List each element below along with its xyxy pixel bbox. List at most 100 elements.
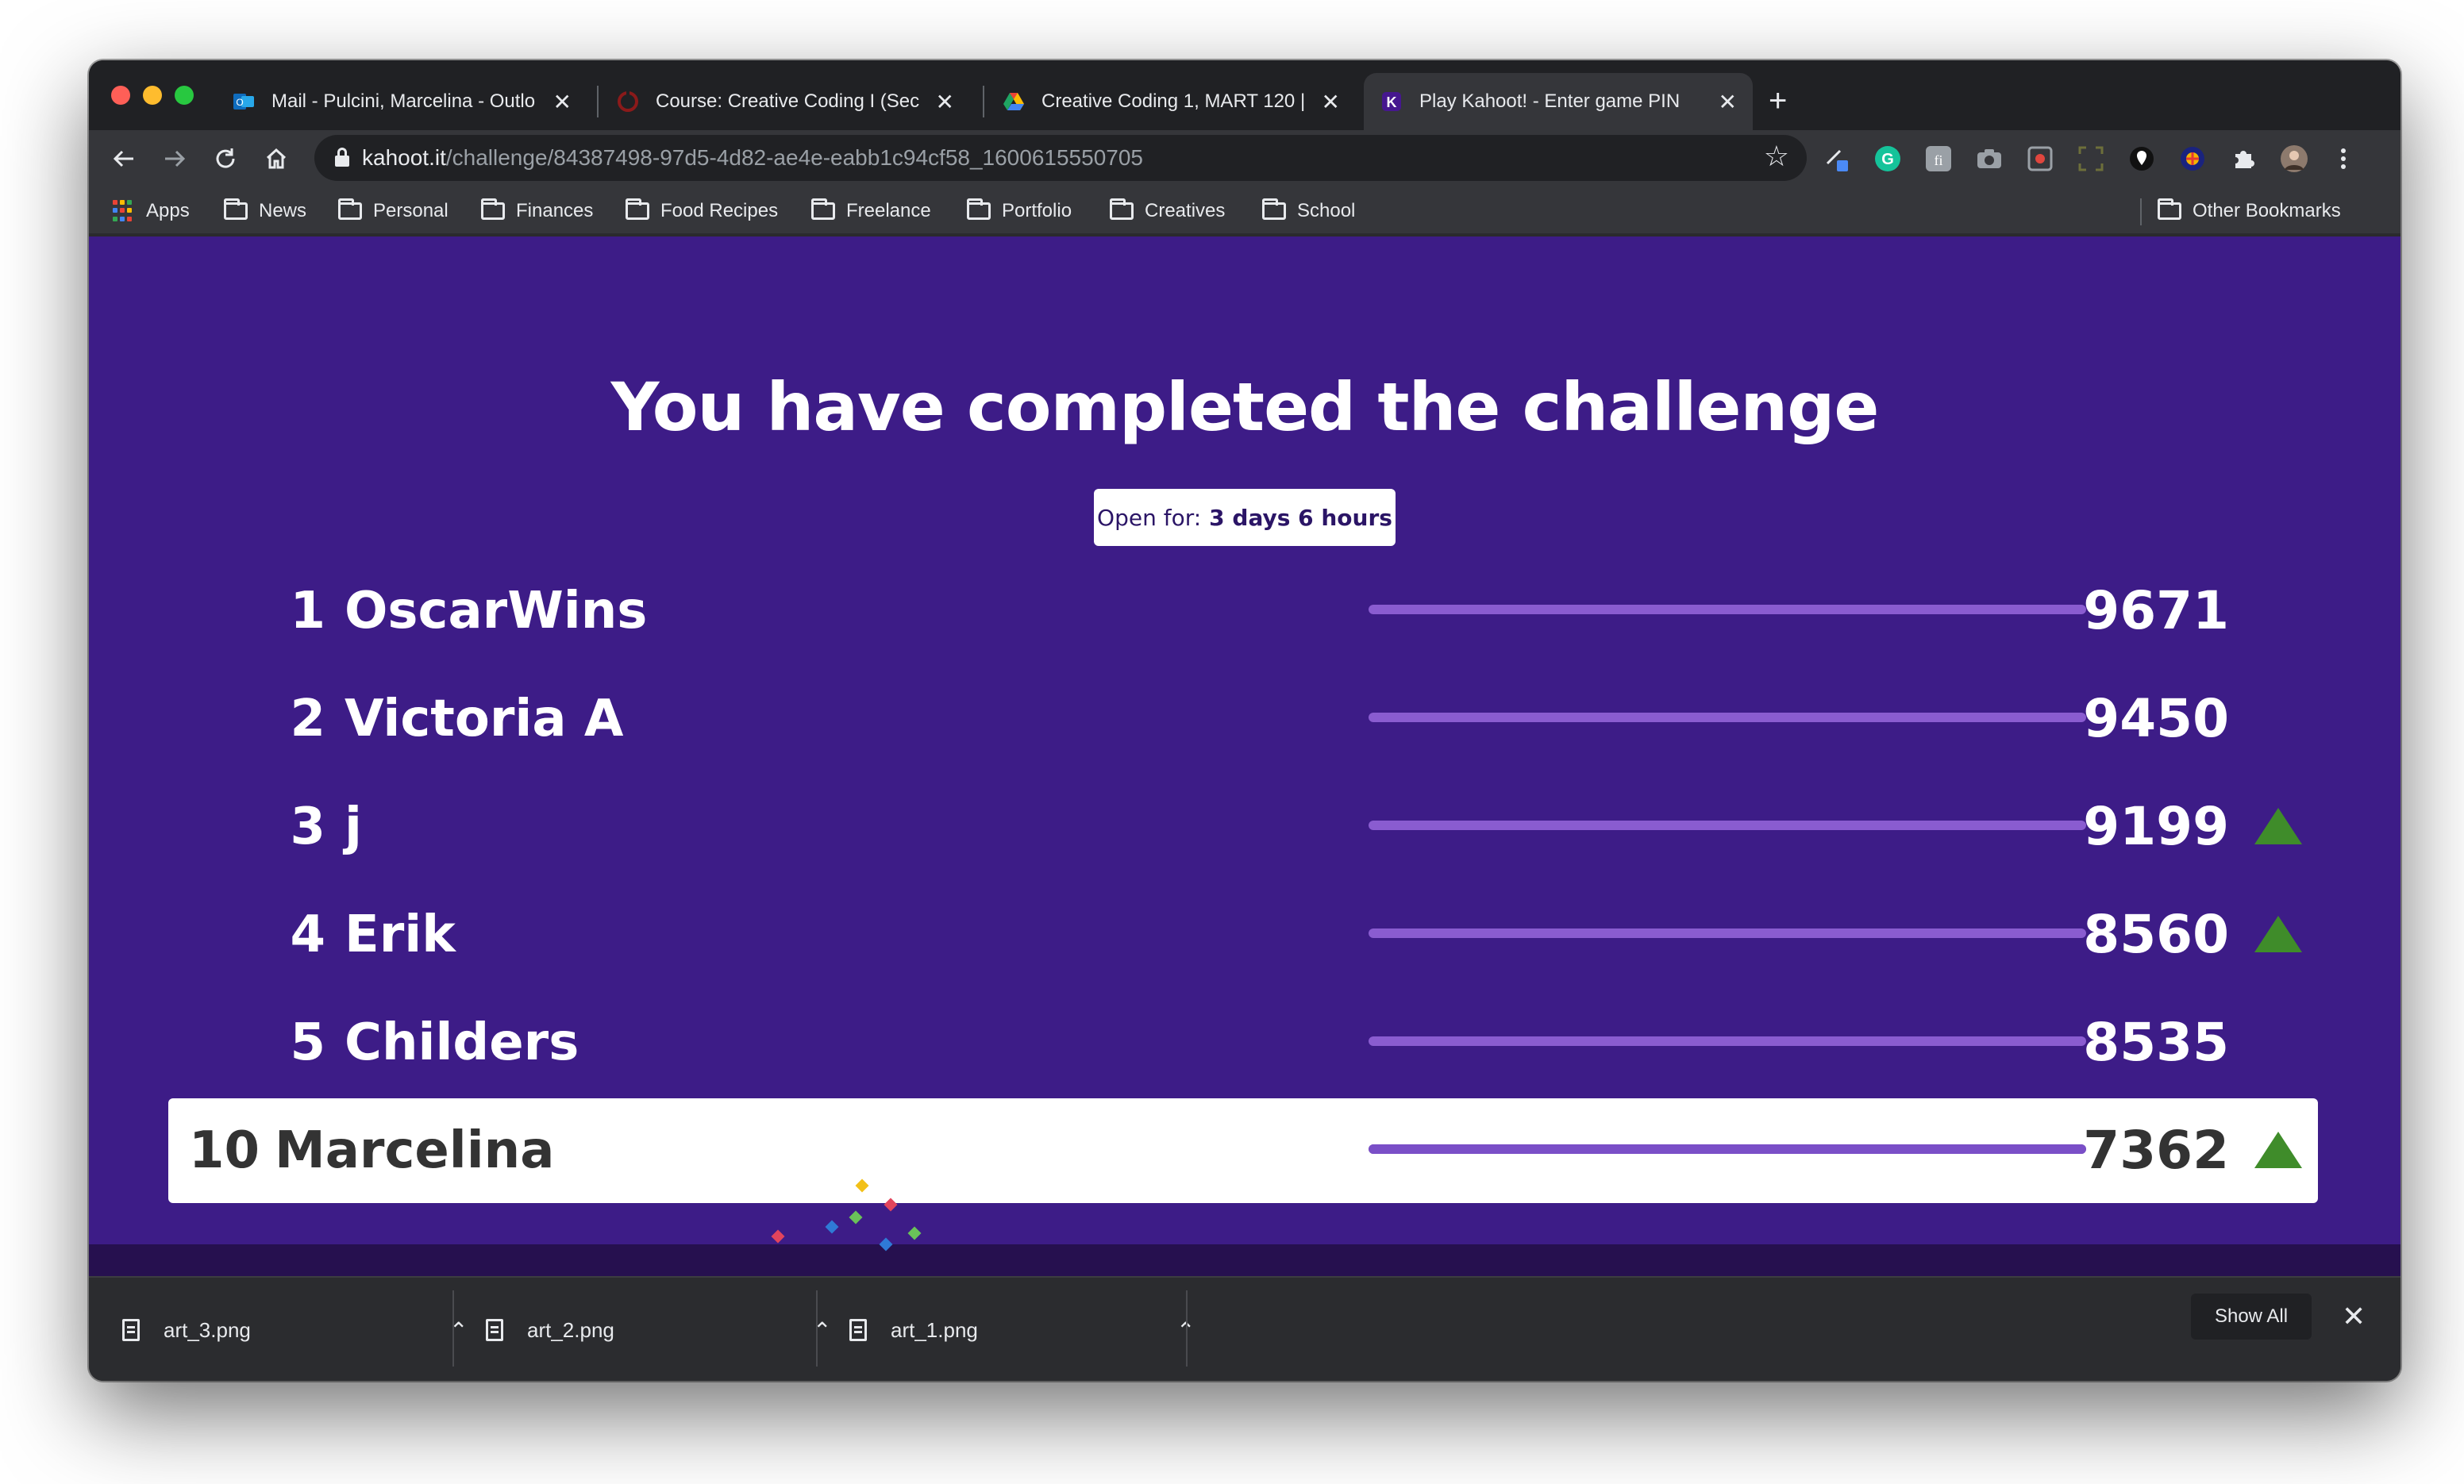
bookmark-food-recipes[interactable]: Food Recipes (626, 197, 778, 225)
score-bar-fill (1369, 928, 2086, 938)
player-name: OscarWins (345, 582, 648, 640)
location-pin-icon[interactable] (2127, 144, 2156, 173)
download-filename: art_1.png (891, 1317, 978, 1342)
trend-up-icon (2254, 1132, 2302, 1168)
bookmark-news[interactable]: News (224, 197, 306, 225)
kahoot-icon: K (1380, 90, 1403, 113)
page-title: You have completed the challenge (610, 368, 1880, 446)
page-content: You have completed the challenge Open fo… (89, 236, 2400, 1276)
font-extension-icon[interactable]: fi (1924, 144, 1953, 173)
address-bar[interactable]: kahoot.it/challenge/84387498-97d5-4d82-a… (314, 135, 1807, 181)
tab-kahoot[interactable]: K Play Kahoot! - Enter game PIN ✕ (1364, 73, 1753, 130)
close-tab-icon[interactable]: ✕ (936, 89, 954, 115)
rank-number: 1 (290, 582, 325, 640)
capture-area-icon[interactable] (2077, 144, 2105, 173)
close-tab-icon[interactable]: ✕ (1719, 89, 1737, 115)
lock-icon (335, 148, 349, 168)
my-score-row: 10 Marcelina 7362 (168, 1098, 2318, 1203)
bookmark-star-icon[interactable]: ☆ (1764, 140, 1789, 173)
bookmark-freelance[interactable]: Freelance (811, 197, 931, 225)
download-item[interactable]: art_2.png ⌃ (468, 1290, 865, 1370)
footer-strip (89, 1244, 2400, 1276)
file-icon (122, 1319, 140, 1341)
pen-extension-icon[interactable] (1823, 144, 1851, 173)
bookmark-label: School (1297, 200, 1356, 221)
folder-icon (338, 198, 362, 220)
bookmark-separator (2140, 198, 2142, 225)
bookmark-label: Other Bookmarks (2193, 200, 2341, 221)
confetti-piece (825, 1220, 839, 1234)
home-button[interactable] (254, 136, 298, 181)
tab-outlook[interactable]: O Mail - Pulcini, Marcelina - Outlo ✕ (216, 73, 587, 130)
screen-record-icon[interactable] (2026, 144, 2054, 173)
svg-text:O: O (236, 97, 243, 108)
confetti-piece (907, 1226, 922, 1240)
score-bar (1369, 1144, 2086, 1154)
tab-drive[interactable]: Creative Coding 1, MART 120 | ✕ (986, 73, 1356, 130)
extensions-puzzle-icon[interactable] (2229, 144, 2258, 173)
back-button[interactable] (102, 136, 146, 181)
bookmark-school[interactable]: School (1262, 197, 1355, 225)
url-host: kahoot.it (362, 145, 446, 170)
zoom-window-button[interactable] (175, 86, 194, 105)
score-bar (1369, 605, 2086, 614)
open-for-label: Open for: (1097, 504, 1202, 531)
folder-icon (481, 198, 505, 220)
more-menu-icon[interactable] (2329, 144, 2358, 173)
camera-extension-icon[interactable] (1975, 144, 2004, 173)
color-wheel-icon[interactable] (2178, 144, 2207, 173)
folder-icon (1262, 198, 1286, 220)
bookmark-other[interactable]: Other Bookmarks (2158, 197, 2341, 225)
score-bar-fill (1369, 1036, 2086, 1046)
outlook-icon: O (232, 90, 256, 113)
rank-number: 5 (290, 1013, 325, 1072)
close-downloads-icon[interactable]: ✕ (2342, 1294, 2366, 1340)
bookmark-creatives[interactable]: Creatives (1110, 197, 1225, 225)
profile-avatar[interactable] (2280, 144, 2308, 173)
minimize-window-button[interactable] (143, 86, 162, 105)
forward-button[interactable] (152, 136, 197, 181)
new-tab-button[interactable]: + (1769, 81, 1787, 121)
download-item[interactable]: art_1.png ⌃ (832, 1290, 1229, 1370)
download-separator (816, 1290, 818, 1367)
download-separator (452, 1290, 454, 1367)
player-score: 9450 (2083, 688, 2229, 749)
reload-button[interactable] (203, 136, 248, 181)
player-score: 8560 (2083, 904, 2229, 965)
trend-up-icon (2254, 916, 2302, 952)
score-bar-fill (1369, 821, 2086, 830)
player-name: Childers (345, 1013, 579, 1072)
tab-separator (983, 86, 984, 117)
folder-icon (1110, 198, 1134, 220)
bookmark-label: Apps (146, 200, 190, 221)
bookmark-label: News (259, 200, 307, 221)
folder-icon (2158, 198, 2181, 220)
bookmark-portfolio[interactable]: Portfolio (967, 197, 1072, 225)
tab-strip: O Mail - Pulcini, Marcelina - Outlo ✕ Co… (89, 60, 2400, 130)
tab-course[interactable]: Course: Creative Coding I (Sec ✕ (600, 73, 970, 130)
bookmarks-bar: Apps News Personal Finances Food Recipes… (89, 187, 2400, 235)
close-window-button[interactable] (111, 86, 130, 105)
show-all-button[interactable]: Show All (2191, 1294, 2312, 1340)
forward-arrow-icon (165, 150, 186, 167)
svg-text:G: G (1881, 151, 1894, 168)
download-item[interactable]: art_3.png ⌃ (105, 1290, 502, 1370)
player-score: 9199 (2083, 796, 2229, 857)
download-filename: art_3.png (164, 1317, 251, 1342)
home-icon (266, 148, 287, 169)
file-icon (849, 1319, 867, 1341)
bookmark-finances[interactable]: Finances (481, 197, 593, 225)
url-path: /challenge/84387498-97d5-4d82-ae4e-eabb1… (445, 145, 1143, 170)
bookmark-personal[interactable]: Personal (338, 197, 449, 225)
close-tab-icon[interactable]: ✕ (1322, 89, 1340, 115)
leaderboard-row: 3 j 9199 (168, 775, 2318, 879)
tab-title: Course: Creative Coding I (Sec (656, 90, 920, 112)
bookmark-apps[interactable]: Apps (113, 197, 190, 225)
open-for-badge: Open for: 3 days 6 hours (1094, 489, 1396, 546)
player-name: j (345, 798, 362, 856)
close-tab-icon[interactable]: ✕ (553, 89, 572, 115)
score-bar-fill (1369, 605, 2086, 614)
url-text: kahoot.it/challenge/84387498-97d5-4d82-a… (362, 145, 1143, 171)
browser-toolbar: kahoot.it/challenge/84387498-97d5-4d82-a… (89, 130, 2400, 187)
grammarly-icon[interactable]: G (1873, 144, 1902, 173)
